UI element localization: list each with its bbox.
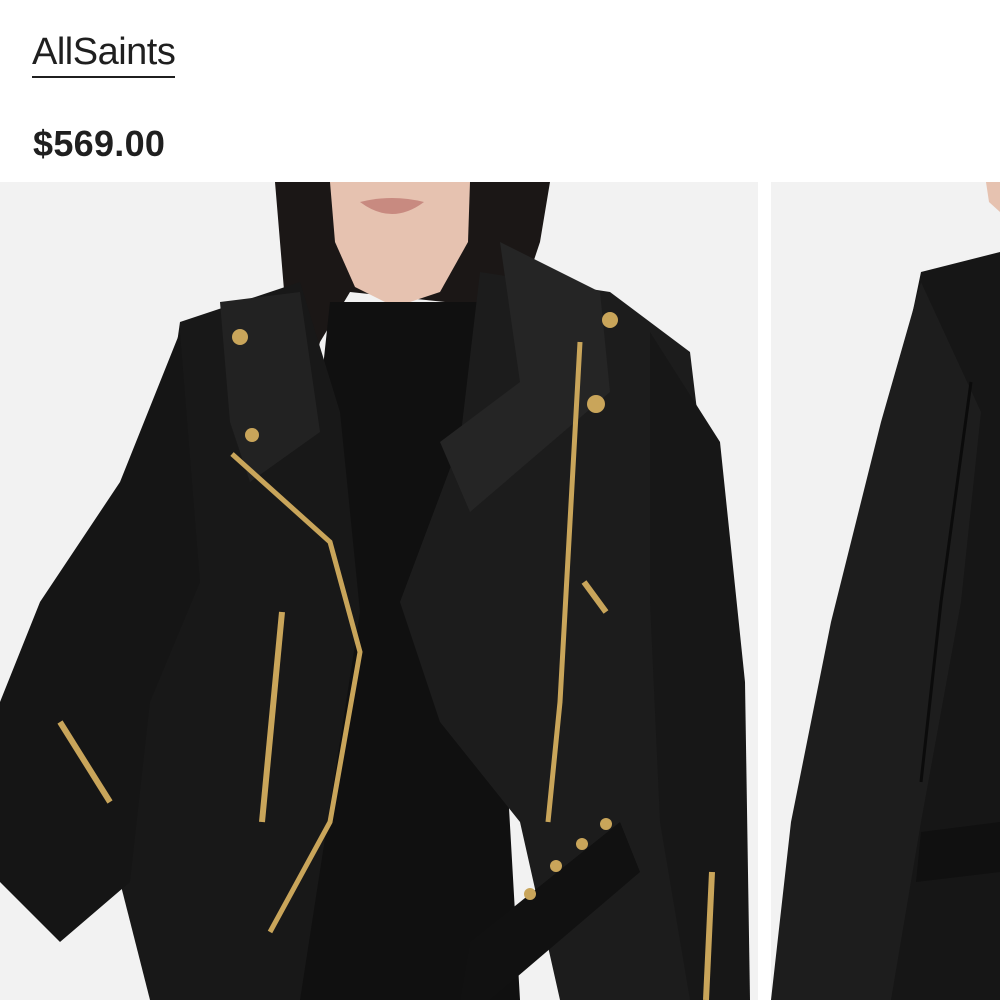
product-page: AllSaints $569.00 [0,0,1000,1000]
brand-link[interactable]: AllSaints [32,30,176,78]
product-image-gallery[interactable] [0,182,1000,1000]
jacket-side-illustration [771,182,1000,1000]
jacket-front-illustration [0,182,758,1000]
product-image-front[interactable] [0,182,758,1000]
product-image-side[interactable] [771,182,1000,1000]
product-price: $569.00 [33,123,166,164]
